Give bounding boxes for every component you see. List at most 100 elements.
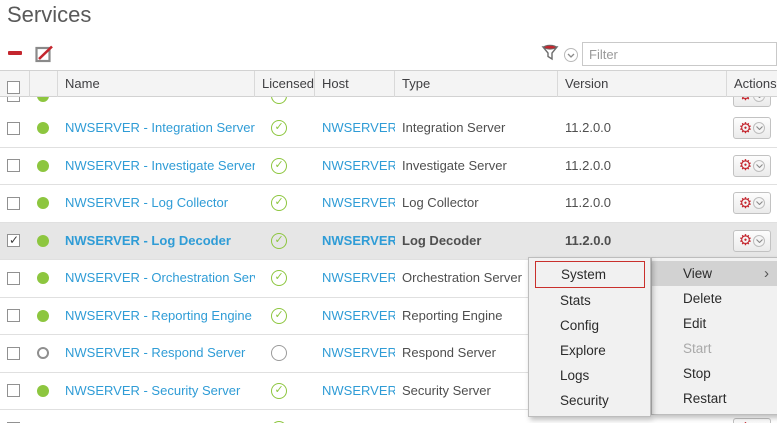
chevron-down-icon: [753, 197, 765, 209]
status-dot: [37, 160, 49, 172]
row-checkbox[interactable]: [7, 309, 20, 322]
service-name-link[interactable]: NWSERVER - Integration Server: [65, 120, 255, 135]
actions-button[interactable]: ⚙: [733, 117, 771, 139]
menu-item-restart[interactable]: Restart: [652, 386, 777, 411]
row-checkbox[interactable]: [7, 159, 20, 172]
service-type: Log Decoder: [402, 233, 481, 248]
service-name-link[interactable]: NWSERVER - Reporting Engine: [65, 308, 252, 323]
licensed-icon: [271, 120, 287, 136]
menu-item-view[interactable]: View ›: [652, 261, 777, 286]
service-type: Orchestration Server: [402, 270, 522, 285]
host-link[interactable]: NWSERVER: [322, 158, 395, 173]
header-status: [30, 71, 58, 98]
select-all-checkbox[interactable]: [7, 81, 20, 94]
submenu-arrow-icon: ›: [764, 261, 769, 286]
chevron-down-icon: [753, 160, 765, 172]
table-row[interactable]: NWSERVER - Log Collector NWSERVER Log Co…: [0, 185, 777, 223]
service-name-link[interactable]: NWSERVER - Orchestration Server: [65, 270, 255, 285]
table-row[interactable]: ⚙: [0, 97, 777, 110]
table-row[interactable]: NWSERVER - Investigate Server NWSERVER I…: [0, 148, 777, 186]
status-dot: [37, 97, 49, 102]
licensed-icon: [271, 97, 287, 104]
page-title: Services: [7, 2, 91, 28]
status-dot: [37, 310, 49, 322]
licensed-icon: [271, 308, 287, 324]
row-checkbox[interactable]: [7, 122, 20, 135]
licensed-icon: [271, 233, 287, 249]
host-link[interactable]: NWSERVER: [322, 345, 395, 360]
remove-service-icon[interactable]: [8, 51, 22, 55]
service-name-link[interactable]: NWSERVER - Log Collector: [65, 195, 228, 210]
host-link[interactable]: NWSERVER: [322, 308, 395, 323]
chevron-down-icon: [753, 122, 765, 134]
actions-button[interactable]: ⚙: [733, 418, 771, 423]
row-checkbox[interactable]: [7, 97, 20, 102]
view-submenu: System Stats Config Explore Logs Securit…: [528, 257, 651, 417]
service-name-link[interactable]: NWSERVER - Respond Server: [65, 345, 245, 360]
menu-item-label: System: [561, 267, 606, 282]
row-checkbox[interactable]: [7, 384, 20, 397]
status-dot: [37, 197, 49, 209]
actions-button[interactable]: ⚙: [733, 230, 771, 252]
status-dot: [37, 385, 49, 397]
row-checkbox[interactable]: [7, 347, 20, 360]
licensed-icon: [271, 195, 287, 211]
service-version: 11.2.0.0: [565, 158, 611, 173]
service-type: Security Server: [402, 383, 491, 398]
chevron-down-icon: [753, 235, 765, 247]
menu-item-label: View: [683, 266, 712, 281]
header-name[interactable]: Name: [58, 71, 255, 98]
services-admin-page: Services Name Licensed Host Type Version…: [0, 0, 777, 423]
menu-item-label: Start: [683, 341, 712, 356]
edit-service-icon[interactable]: [35, 44, 55, 63]
service-name-link[interactable]: NWSERVER - Security Server: [65, 383, 240, 398]
row-checkbox[interactable]: [7, 197, 20, 210]
service-name-link[interactable]: NWSERVER - Log Decoder: [65, 233, 231, 248]
header-actions: Actions: [727, 71, 777, 98]
header-version[interactable]: Version: [558, 71, 727, 98]
filter-funnel-icon[interactable]: [541, 44, 559, 62]
licensed-icon: [271, 345, 287, 361]
status-dot: [37, 235, 49, 247]
service-name-link[interactable]: NWSERVER - Investigate Server: [65, 158, 255, 173]
toolbar: [0, 40, 777, 68]
submenu-item-config[interactable]: Config: [529, 313, 650, 338]
host-link[interactable]: NWSERVER: [322, 120, 395, 135]
row-context-menu: View › Delete Edit Start Stop Restart: [651, 257, 777, 415]
menu-item-delete[interactable]: Delete: [652, 286, 777, 311]
host-link[interactable]: NWSERVER: [322, 270, 395, 285]
actions-button[interactable]: ⚙: [733, 97, 771, 107]
host-link[interactable]: NWSERVER: [322, 383, 395, 398]
submenu-item-stats[interactable]: Stats: [529, 288, 650, 313]
service-version: 11.2.0.0: [565, 120, 611, 135]
actions-button[interactable]: ⚙: [733, 155, 771, 177]
table-row[interactable]: NWSERVER - Integration Server NWSERVER I…: [0, 110, 777, 148]
host-link[interactable]: NWSERVER: [322, 233, 395, 248]
filter-options-chevron-icon[interactable]: [564, 48, 578, 62]
submenu-item-explore[interactable]: Explore: [529, 338, 650, 363]
header-host[interactable]: Host: [315, 71, 395, 98]
status-dot: [37, 272, 49, 284]
row-checkbox[interactable]: [7, 272, 20, 285]
service-version: 11.2.0.0: [565, 233, 611, 248]
menu-item-edit[interactable]: Edit: [652, 311, 777, 336]
menu-item-stop[interactable]: Stop: [652, 361, 777, 386]
submenu-item-security[interactable]: Security: [529, 388, 650, 413]
menu-item-start: Start: [652, 336, 777, 361]
service-version: 11.2.0.0: [565, 195, 611, 210]
actions-button[interactable]: ⚙: [733, 192, 771, 214]
host-link[interactable]: NWSERVER: [322, 195, 395, 210]
header-type[interactable]: Type: [395, 71, 558, 98]
submenu-item-logs[interactable]: Logs: [529, 363, 650, 388]
header-licensed[interactable]: Licensed: [255, 71, 315, 98]
gear-icon: ⚙: [739, 158, 752, 173]
row-checkbox[interactable]: [7, 234, 20, 247]
service-type: Investigate Server: [402, 158, 507, 173]
licensed-icon: [271, 158, 287, 174]
filter-input[interactable]: [582, 42, 777, 66]
table-row-selected[interactable]: NWSERVER - Log Decoder NWSERVER Log Deco…: [0, 223, 777, 261]
gear-icon: ⚙: [739, 233, 752, 248]
submenu-item-system[interactable]: System: [535, 261, 645, 288]
header-select-all: [0, 71, 30, 98]
gear-icon: ⚙: [739, 97, 752, 103]
